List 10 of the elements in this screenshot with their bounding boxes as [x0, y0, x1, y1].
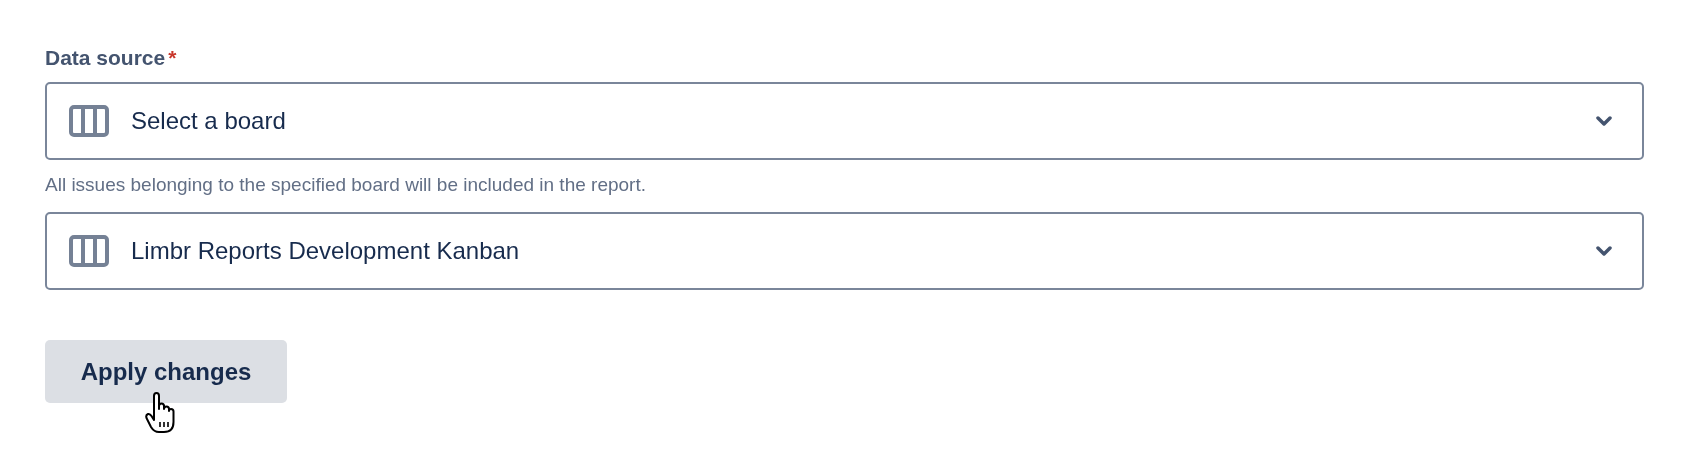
hand-cursor-icon [145, 392, 175, 434]
chevron-down-icon [1596, 115, 1612, 127]
board-icon [69, 235, 109, 267]
chevron-down-icon [1596, 245, 1612, 257]
field-label: Data source [45, 46, 166, 70]
helper-text: All issues belonging to the specified board will be included in the report. [45, 174, 647, 196]
board-select[interactable]: Limbr Reports Development Kanban [45, 212, 1644, 290]
required-asterisk: * [168, 46, 177, 70]
board-select[interactable]: Select a board [45, 82, 1644, 160]
board-icon [69, 105, 109, 137]
